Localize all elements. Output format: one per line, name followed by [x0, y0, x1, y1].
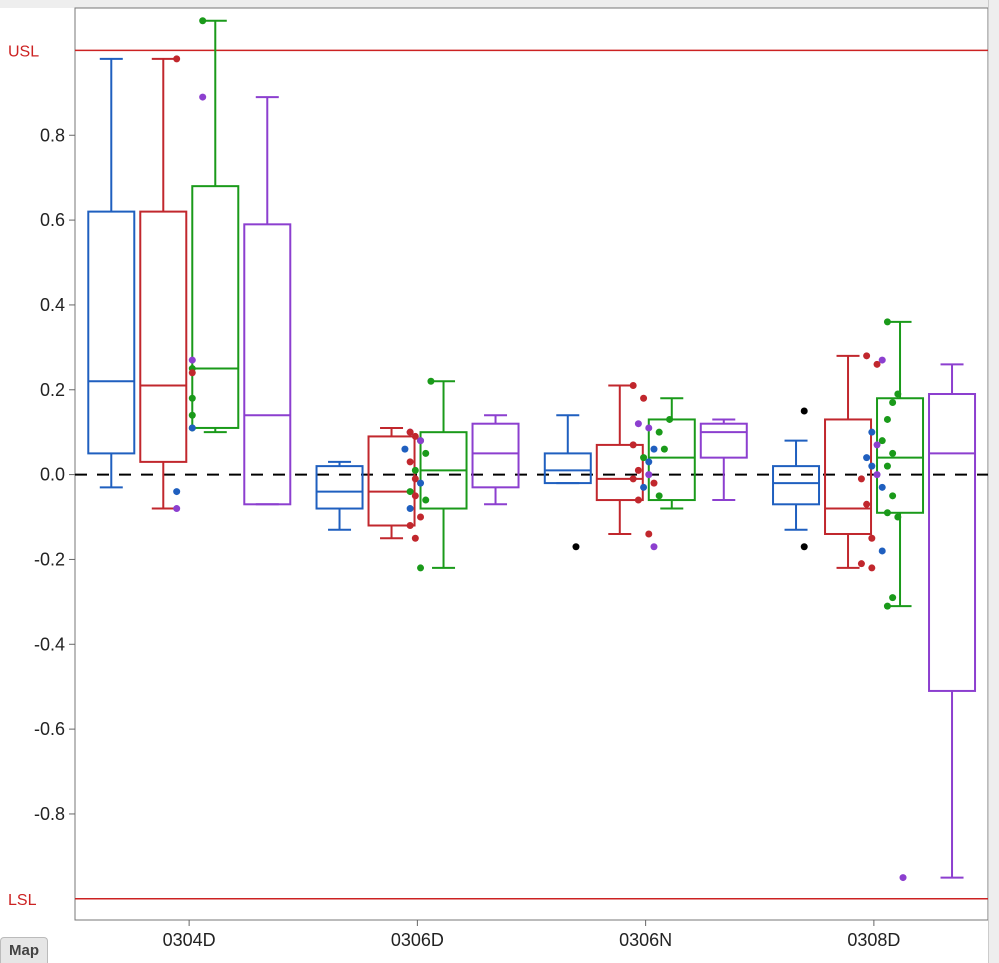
usl-label: USL: [8, 43, 39, 60]
map-tab-label: Map: [9, 942, 39, 959]
y-tick-label: -0.4: [34, 634, 65, 654]
boxplot-chart: -0.8 -0.6 -0.4 -0.2 0.0 0.2 0.4 0.6 0.8 USL LSL 030…: [0, 0, 999, 963]
x-tick-label: 0306D: [391, 930, 444, 950]
y-tick-label: 0.4: [40, 295, 65, 315]
right-edge-strip: [988, 0, 999, 963]
x-tick-label: 0306N: [619, 930, 672, 950]
x-tick-label: 0308D: [847, 930, 900, 950]
x-tick-label: 0304D: [163, 930, 216, 950]
chart-container: -0.8 -0.6 -0.4 -0.2 0.0 0.2 0.4 0.6 0.8 USL LSL 030…: [0, 0, 999, 963]
lsl-label: LSL: [8, 892, 37, 909]
y-tick-label: 0.6: [40, 210, 65, 230]
y-tick-label: 0.0: [40, 465, 65, 485]
y-tick-label: 0.8: [40, 125, 65, 145]
map-tab[interactable]: Map: [0, 937, 48, 963]
y-tick-label: 0.2: [40, 380, 65, 400]
y-tick-label: -0.6: [34, 719, 65, 739]
y-tick-label: -0.2: [34, 549, 65, 569]
y-tick-label: -0.8: [34, 804, 65, 824]
